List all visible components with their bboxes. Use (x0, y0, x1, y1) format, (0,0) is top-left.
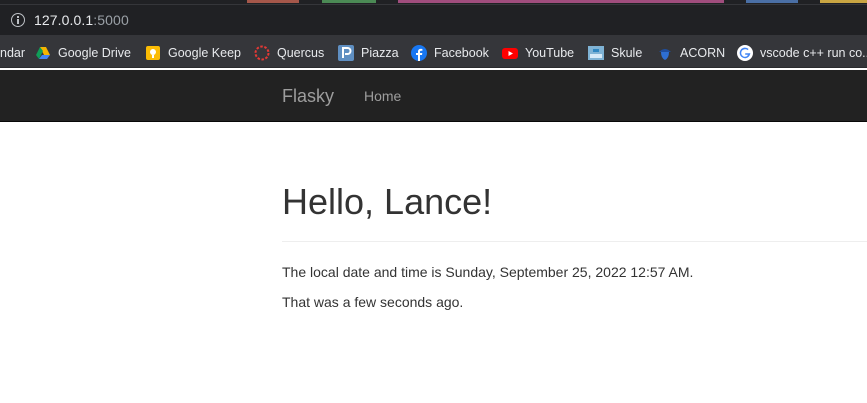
page-title: Hello, Lance! (282, 181, 493, 222)
bookmark-label: vscode c++ run co... (760, 46, 867, 60)
bookmark-vscode[interactable]: vscode c++ run co... (737, 38, 867, 67)
local-datetime-text: The local date and time is Sunday, Septe… (282, 264, 694, 280)
tab-color-segment (746, 0, 798, 3)
skule-icon (588, 46, 604, 60)
bookmark-youtube[interactable]: YouTube (502, 38, 575, 67)
bookmark-facebook[interactable]: Facebook (411, 38, 489, 67)
tab-color-segment (322, 0, 376, 3)
piazza-icon (338, 45, 354, 61)
bookmark-label: YouTube (525, 46, 575, 60)
page-header: Hello, Lance! (282, 180, 867, 242)
site-info-icon[interactable] (11, 13, 25, 27)
tab-color-segment (820, 0, 867, 3)
url-input[interactable]: 127.0.0.1:5000 (0, 5, 867, 35)
address-bar: 127.0.0.1:5000 (0, 4, 867, 38)
bookmarks-bar: ndar Google Drive Google Keep Quercus Pi… (0, 38, 867, 68)
relative-time-text: That was a few seconds ago. (282, 294, 464, 310)
google-drive-icon (36, 47, 50, 59)
google-keep-icon (146, 46, 160, 60)
site-navbar: Flasky Home (0, 70, 867, 122)
tab-color-segment (398, 0, 724, 3)
tab-color-segment (247, 0, 299, 3)
bookmark-label: Skule (611, 46, 643, 60)
bookmark-label: Google Keep (168, 46, 241, 60)
bookmark-label: ndar (0, 46, 26, 60)
youtube-icon (502, 48, 518, 59)
acorn-icon (659, 49, 671, 60)
bookmark-google-keep[interactable]: Google Keep (145, 38, 241, 67)
bookmark-google-drive[interactable]: Google Drive (35, 38, 131, 67)
bookmark-acorn[interactable]: ACORN (657, 38, 726, 67)
bookmark-label: Google Drive (58, 46, 131, 60)
url-text[interactable]: 127.0.0.1:5000 (34, 12, 129, 28)
nav-home-link[interactable]: Home (364, 88, 401, 104)
bookmark-calendar[interactable]: ndar (0, 38, 26, 67)
bookmark-label: Facebook (434, 46, 489, 60)
google-icon (737, 45, 753, 61)
quercus-icon (254, 45, 270, 61)
bookmark-label: ACORN (680, 46, 726, 60)
facebook-icon (411, 45, 427, 61)
navbar-brand-link[interactable]: Flasky (282, 86, 334, 107)
bookmark-quercus[interactable]: Quercus (254, 38, 325, 67)
url-host: 127.0.0.1 (34, 12, 94, 28)
bookmark-skule[interactable]: Skule (588, 38, 643, 67)
bookmark-label: Piazza (361, 46, 399, 60)
bookmark-label: Quercus (277, 46, 325, 60)
url-port: :5000 (93, 12, 129, 28)
bookmark-piazza[interactable]: Piazza (338, 38, 399, 67)
